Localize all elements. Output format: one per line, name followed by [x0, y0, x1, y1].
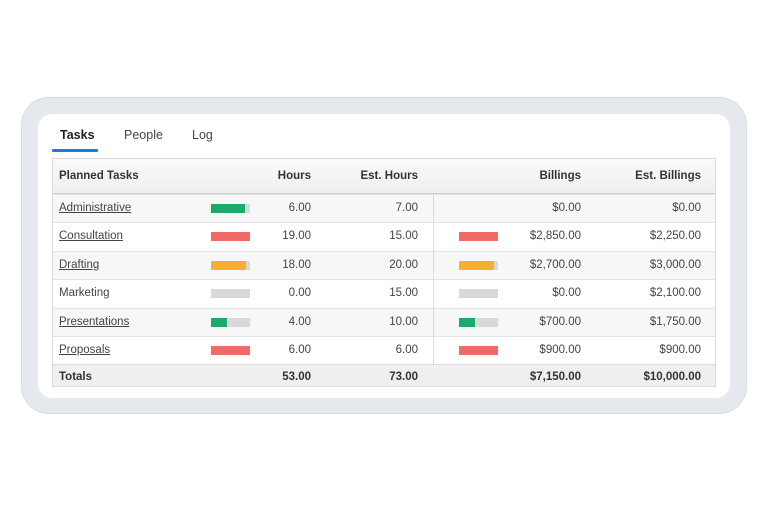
header-est-hours[interactable]: Est. Hours — [353, 159, 418, 194]
hours-progress-bar — [211, 260, 250, 270]
totals-billings: $7,150.00 — [529, 371, 581, 383]
billings-value: $700.00 — [539, 315, 581, 328]
hours-value: 18.00 — [282, 258, 311, 271]
est-billings-value: $2,250.00 — [649, 230, 701, 243]
tab-log[interactable]: Log — [192, 128, 213, 152]
header-est-billings[interactable]: Est. Billings — [623, 159, 701, 194]
column-divider — [433, 194, 434, 364]
table-header: Planned Tasks Hours Est. Hours Billings … — [53, 159, 715, 194]
hours-value: 0.00 — [288, 287, 311, 300]
task-link[interactable]: Drafting — [59, 252, 99, 279]
totals-est-hours: 73.00 — [389, 371, 418, 383]
task-link[interactable]: Proposals — [59, 337, 110, 364]
est-hours-value: 10.00 — [389, 315, 418, 328]
hours-value: 6.00 — [288, 344, 311, 356]
est-billings-value: $1,750.00 — [649, 315, 701, 328]
table-row: Drafting 18.00 20.00 $2,700.00 $3,000.00 — [53, 250, 715, 279]
hours-progress-bar-fill — [211, 204, 245, 213]
hours-progress-bar — [211, 289, 250, 299]
header-planned-tasks[interactable]: Planned Tasks — [59, 159, 139, 194]
header-billings[interactable]: Billings — [513, 159, 581, 194]
billings-value: $900.00 — [539, 344, 581, 356]
billings-value: $0.00 — [552, 202, 581, 214]
billings-value: $2,700.00 — [529, 258, 581, 271]
billings-value: $2,850.00 — [529, 230, 581, 243]
tab-people[interactable]: People — [124, 128, 163, 152]
hours-value: 6.00 — [288, 202, 311, 214]
task-link[interactable]: Administrative — [59, 195, 131, 222]
table-row: Proposals 6.00 6.00 $900.00 $900.00 — [53, 336, 715, 364]
billings-progress-bar — [459, 232, 498, 242]
task-link[interactable]: Consultation — [59, 223, 123, 250]
hours-progress-bar-fill — [211, 317, 227, 327]
billings-progress-bar-fill — [459, 317, 475, 327]
table-row: Consultation 19.00 15.00 $2,850.00 $2,250.00 — [53, 222, 715, 251]
header-hours[interactable]: Hours — [261, 159, 311, 194]
est-hours-value: 7.00 — [395, 202, 418, 214]
billings-progress-bar — [459, 260, 498, 270]
hours-progress-bar — [211, 346, 250, 355]
hours-progress-bar — [211, 317, 250, 327]
task-link[interactable]: Presentations — [59, 309, 129, 336]
totals-hours: 53.00 — [282, 371, 311, 383]
est-billings-value: $2,100.00 — [649, 287, 701, 300]
totals-label: Totals — [59, 371, 93, 383]
est-hours-value: 15.00 — [389, 287, 418, 300]
billings-progress-bar-fill — [459, 346, 498, 355]
billings-value: $0.00 — [552, 287, 581, 300]
task-name: Marketing — [59, 287, 110, 300]
hours-value: 19.00 — [282, 230, 311, 243]
billings-progress-bar-fill — [459, 260, 495, 270]
hours-progress-bar-fill — [211, 232, 250, 242]
hours-progress-bar-fill — [211, 346, 250, 355]
est-billings-value: $900.00 — [659, 344, 701, 356]
hours-progress-bar — [211, 204, 250, 213]
table-row: Administrative 6.00 7.00 $0.00 $0.00 — [53, 194, 715, 222]
est-billings-value: $3,000.00 — [649, 258, 701, 271]
billings-progress-bar — [459, 289, 498, 299]
est-hours-value: 20.00 — [389, 258, 418, 271]
est-hours-value: 15.00 — [389, 230, 418, 243]
active-tab-indicator — [52, 149, 98, 152]
tab-bar: Tasks People Log — [52, 114, 352, 154]
table-row: Marketing 0.00 15.00 $0.00 $2,100.00 — [53, 279, 715, 308]
totals-est-billings: $10,000.00 — [643, 371, 701, 383]
billings-progress-bar — [459, 346, 498, 355]
est-hours-value: 6.00 — [395, 344, 418, 356]
hours-progress-bar — [211, 232, 250, 242]
hours-progress-bar-fill — [211, 260, 247, 270]
panel-card: Tasks People Log Planned Tasks Hours Est… — [38, 114, 730, 398]
table-row: Presentations 4.00 10.00 $700.00 $1,750.00 — [53, 307, 715, 336]
billings-progress-bar-fill — [459, 232, 498, 242]
totals-row: Totals 53.00 73.00 $7,150.00 $10,000.00 — [53, 364, 715, 386]
hours-value: 4.00 — [288, 315, 311, 328]
billings-progress-bar — [459, 317, 498, 327]
est-billings-value: $0.00 — [672, 202, 701, 214]
tasks-table: Planned Tasks Hours Est. Hours Billings … — [52, 158, 716, 387]
